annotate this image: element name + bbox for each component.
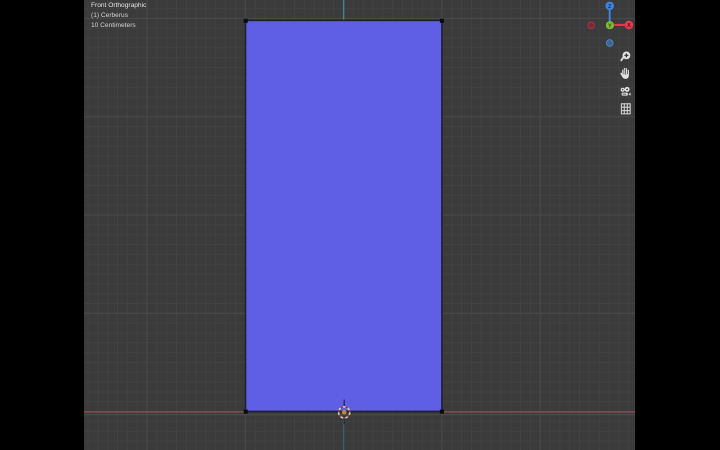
svg-text:X: X — [627, 23, 631, 29]
svg-text:Z: Z — [608, 4, 612, 10]
svg-text:Y: Y — [608, 23, 612, 29]
